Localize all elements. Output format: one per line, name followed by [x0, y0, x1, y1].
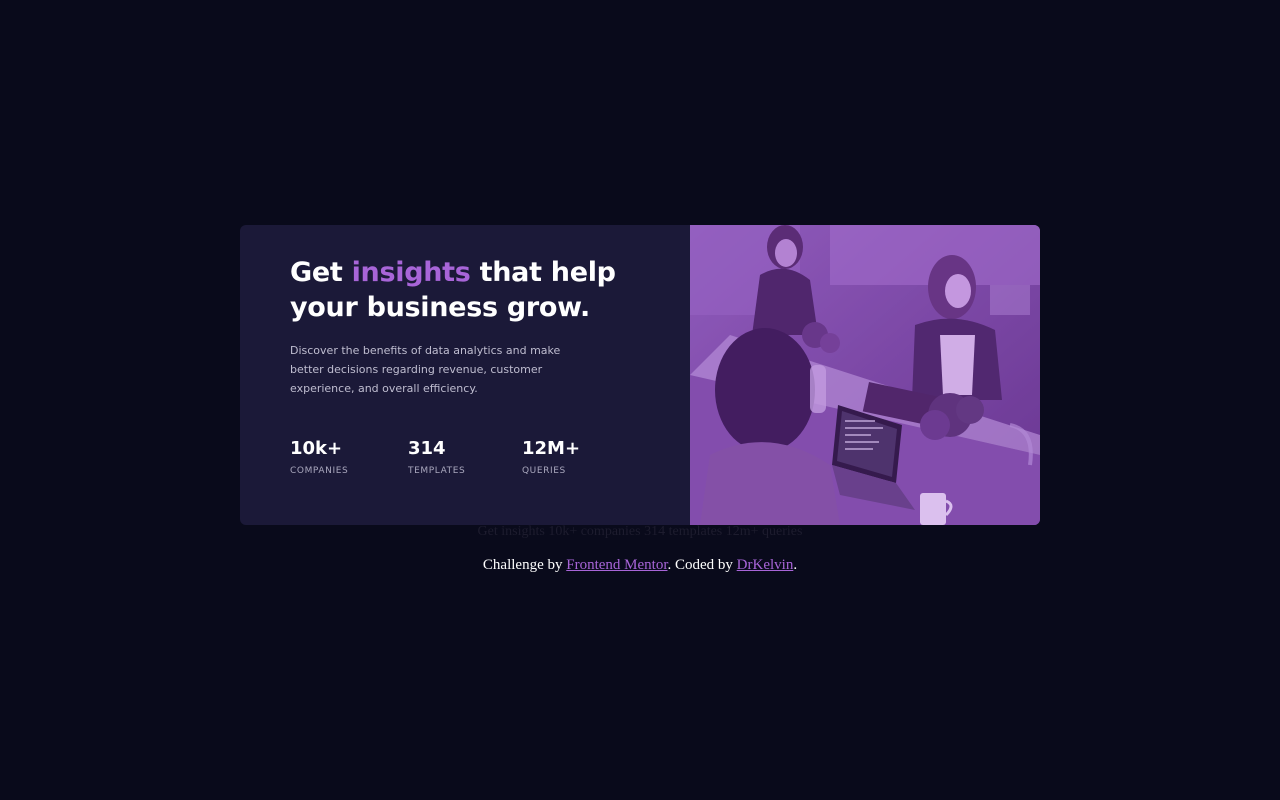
- attribution: Challenge by Frontend Mentor. Coded by D…: [0, 557, 1280, 574]
- card-description: Discover the benefits of data analytics …: [290, 344, 561, 395]
- heading-pre: Get: [290, 257, 352, 288]
- screen-reader-summary: Get insights 10k+ companies 314 template…: [477, 524, 803, 539]
- card-text-panel: Get insights that help your business gro…: [240, 225, 690, 525]
- author-link[interactable]: DrKelvin: [737, 557, 794, 573]
- stat-queries: 12M+ QUERIES: [522, 438, 580, 476]
- office-photo-illustration: [690, 225, 1040, 525]
- stat-companies: 10k+ COMPANIES: [290, 438, 348, 476]
- stat-value: 12M+: [522, 438, 581, 459]
- stats-preview-card: Get insights that help your business gro…: [240, 225, 1040, 525]
- attribution-suffix: .: [793, 557, 798, 573]
- stat-label: QUERIES: [522, 466, 566, 476]
- stat-templates: 314 TEMPLATES: [408, 438, 465, 476]
- stats-row: 10k+ COMPANIES 314 TEMPLATES 12M+ QUERIE…: [290, 438, 650, 478]
- frontend-mentor-link[interactable]: Frontend Mentor: [566, 557, 667, 573]
- heading-accent: insights: [351, 257, 471, 288]
- stat-value: 314: [408, 438, 446, 459]
- stat-value: 10k+: [290, 438, 343, 459]
- stat-label: TEMPLATES: [408, 466, 466, 476]
- card-heading: Get insights that help your business gro…: [290, 255, 630, 325]
- stat-label: COMPANIES: [290, 466, 349, 476]
- attribution-prefix: Challenge by: [482, 557, 567, 573]
- attribution-middle: . Coded by: [667, 557, 737, 573]
- header-image: [690, 225, 1040, 525]
